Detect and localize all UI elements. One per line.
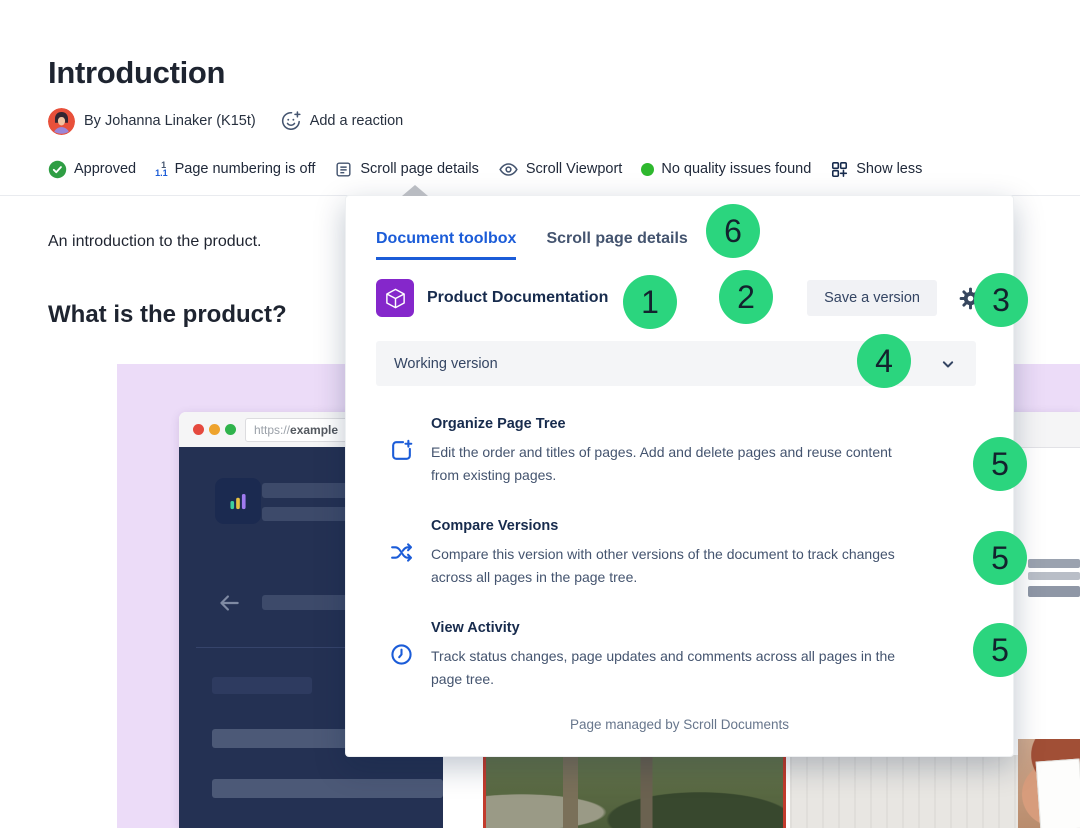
menu-item-view-activity[interactable]: View Activity Track status changes, page…	[388, 618, 978, 691]
placeholder-line	[1028, 559, 1080, 568]
window-dot-red	[193, 424, 204, 435]
photo-wall-background	[790, 755, 1028, 828]
status-bar: Approved 1 1.1 Page numbering is off Scr…	[48, 155, 922, 183]
status-page-numbering[interactable]: 1 1.1 Page numbering is off	[155, 161, 315, 177]
placeholder-bar	[212, 779, 443, 798]
clock-icon	[388, 618, 414, 691]
numbering-icon: 1 1.1	[155, 161, 168, 177]
page-details-icon	[334, 160, 353, 179]
annotation-4: 4	[857, 334, 911, 388]
avatar-image	[48, 108, 75, 135]
chevron-down-icon	[938, 354, 958, 374]
annotation-6: 6	[706, 204, 760, 258]
version-selector-value: Working version	[394, 356, 498, 372]
document-cube-icon	[376, 279, 414, 317]
avatar[interactable]	[48, 108, 75, 135]
status-scroll-viewport[interactable]: Scroll Viewport	[498, 159, 622, 180]
window-dot-green	[225, 424, 236, 435]
byline: By Johanna Linaker (K15t) Add a reaction	[48, 106, 403, 136]
menu-item-description: Compare this version with other versions…	[431, 543, 921, 589]
status-show-less[interactable]: Show less	[830, 160, 922, 179]
annotation-5c: 5	[973, 623, 1027, 677]
back-arrow-icon	[216, 590, 242, 621]
status-label: Scroll Viewport	[526, 161, 622, 177]
green-dot-icon	[641, 163, 654, 176]
menu-item-title: Organize Page Tree	[431, 414, 921, 434]
status-label: No quality issues found	[661, 161, 811, 177]
popup-caret	[402, 185, 428, 196]
tab-document-toolbox[interactable]: Document toolbox	[376, 230, 516, 260]
shuffle-icon	[388, 516, 414, 589]
window-dot-yellow	[209, 424, 220, 435]
hammock-photo	[483, 753, 786, 828]
section-heading: What is the product?	[48, 301, 287, 329]
menu-item-body: Organize Page Tree Edit the order and ti…	[431, 414, 921, 487]
status-approved[interactable]: Approved	[48, 160, 136, 179]
annotation-5b: 5	[973, 531, 1027, 585]
menu-item-description: Edit the order and titles of pages. Add …	[431, 441, 921, 487]
grid-plus-icon	[830, 160, 849, 179]
page: Introduction By Johanna Linaker (K15t)	[0, 0, 1080, 828]
menu-item-title: Compare Versions	[431, 516, 921, 536]
check-circle-icon	[48, 160, 67, 179]
menu-item-title: View Activity	[431, 618, 921, 638]
annotation-5a: 5	[973, 437, 1027, 491]
popup-tabs: Document toolbox Scroll page details	[376, 230, 688, 260]
menu-item-body: View Activity Track status changes, page…	[431, 618, 921, 691]
menu-item-compare-versions[interactable]: Compare Versions Compare this version wi…	[388, 516, 978, 589]
status-label: Approved	[74, 161, 136, 177]
status-scroll-page-details[interactable]: Scroll page details	[334, 160, 479, 179]
document-toolbox-popup: Document toolbox Scroll page details Pro…	[345, 195, 1014, 757]
status-label: Show less	[856, 161, 922, 177]
status-label: Page numbering is off	[175, 161, 316, 177]
url-prefix: https://	[254, 423, 290, 437]
annotation-3: 3	[974, 273, 1028, 327]
smiley-plus-icon	[280, 110, 302, 132]
url-domain: example	[290, 423, 338, 437]
status-label: Scroll page details	[360, 161, 479, 177]
toolbox-menu: Organize Page Tree Edit the order and ti…	[388, 414, 978, 720]
document-title: Product Documentation	[427, 289, 608, 307]
page-title: Introduction	[48, 55, 225, 91]
eye-icon	[498, 159, 519, 180]
save-version-button[interactable]: Save a version	[807, 280, 937, 316]
placeholder-line	[1028, 572, 1080, 580]
page-add-icon	[388, 414, 414, 487]
menu-item-organize-page-tree[interactable]: Organize Page Tree Edit the order and ti…	[388, 414, 978, 487]
popup-footer: Page managed by Scroll Documents	[346, 717, 1013, 732]
numbering-bottom: 1.1	[155, 169, 168, 177]
menu-item-description: Track status changes, page updates and c…	[431, 645, 921, 691]
menu-item-body: Compare Versions Compare this version wi…	[431, 516, 921, 589]
byline-author[interactable]: By Johanna Linaker (K15t)	[84, 113, 256, 129]
add-reaction-button[interactable]: Add a reaction	[280, 110, 404, 132]
annotation-2: 2	[719, 270, 773, 324]
chart-app-icon	[215, 478, 261, 524]
placeholder-line	[1028, 586, 1080, 597]
tab-scroll-page-details[interactable]: Scroll page details	[546, 230, 687, 260]
add-reaction-label: Add a reaction	[310, 113, 404, 129]
placeholder-bar	[212, 677, 312, 694]
annotation-1: 1	[623, 275, 677, 329]
paper-card	[1036, 759, 1080, 828]
status-quality[interactable]: No quality issues found	[641, 161, 811, 177]
intro-paragraph: An introduction to the product.	[48, 233, 261, 251]
document-row: Product Documentation Save a version	[376, 278, 983, 318]
